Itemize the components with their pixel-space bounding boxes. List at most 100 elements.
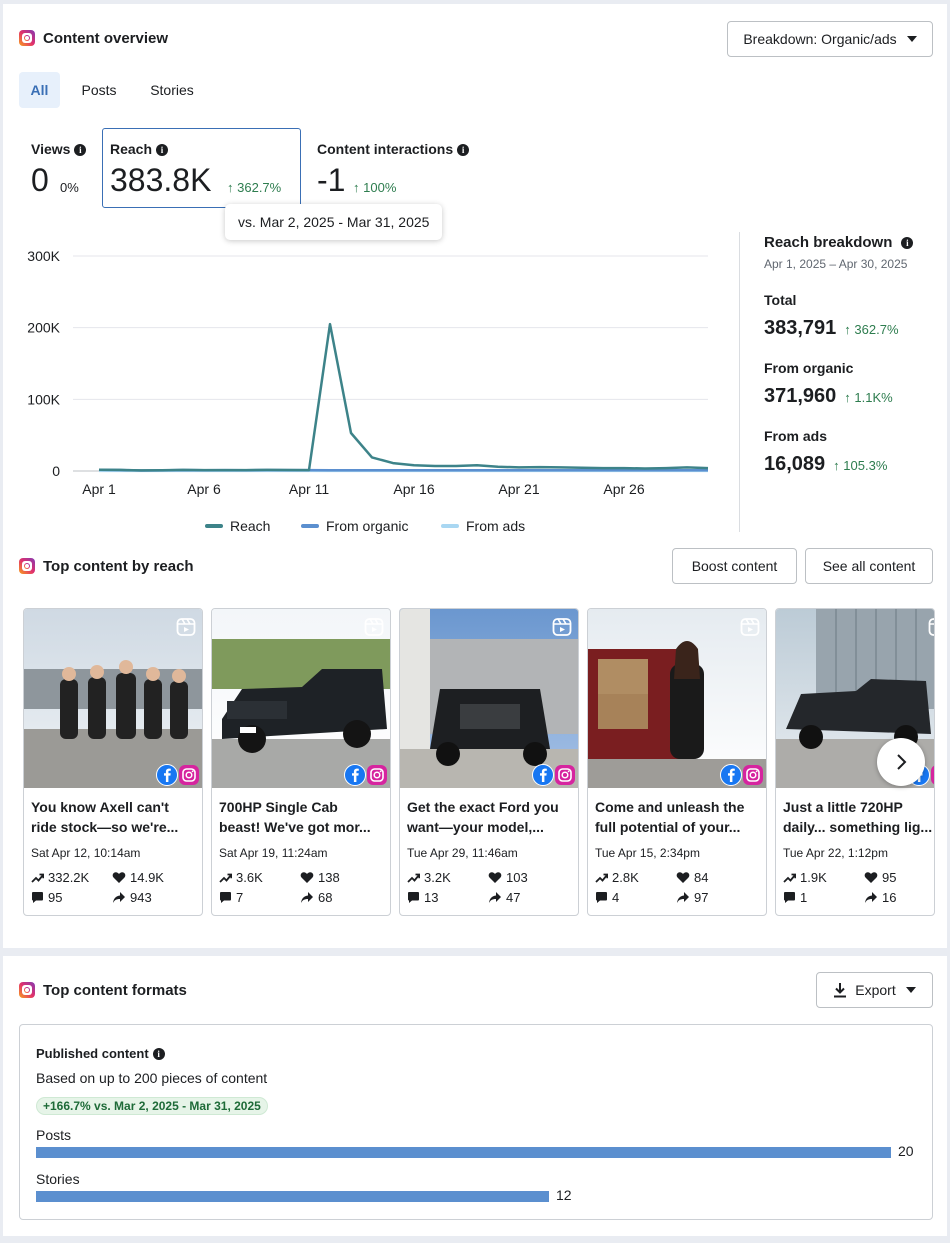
value-text: 16,089	[764, 453, 826, 475]
instagram-icon	[19, 558, 35, 574]
arrow-up-icon: ↑	[353, 180, 364, 195]
content-tile[interactable]: Come and unleash the full potential of yo…	[587, 608, 767, 916]
content-date: Sat Apr 19, 11:24am	[219, 846, 328, 860]
legend-label: From ads	[466, 518, 525, 534]
reach-line-chart[interactable]: 0 100K 200K 300K Apr 1 Apr 6 Apr 11 Apr 16 Apr 2…	[3, 232, 733, 540]
x-tick-label: Apr 6	[187, 481, 221, 497]
caption-line: 700HP Single Cab	[219, 799, 338, 815]
content-tile[interactable]: 700HP Single Cab beast! We've got mor... S…	[211, 608, 391, 916]
content-date: Tue Apr 29, 11:46am	[407, 846, 518, 860]
label-text: Reach	[110, 141, 153, 157]
format-bar-label: Stories	[36, 1171, 80, 1187]
caption-line: ride stock—so we're...	[31, 819, 179, 835]
content-thumbnail[interactable]	[212, 609, 390, 788]
reach-stat: 3.2K	[407, 870, 451, 885]
content-thumbnail[interactable]	[400, 609, 578, 788]
stat-value: 2.8K	[612, 870, 639, 885]
stat-value: 3.6K	[236, 870, 263, 885]
export-dropdown[interactable]: Export	[816, 972, 933, 1008]
x-tick-label: Apr 1	[82, 481, 116, 497]
reel-icon	[740, 618, 760, 636]
facebook-instagram-icon	[344, 764, 387, 786]
comment-icon	[32, 892, 43, 903]
caption-line: You know Axell can't	[31, 799, 169, 815]
stat-value: 7	[236, 890, 244, 905]
comment-icon	[784, 892, 795, 903]
comparison-pill: +166.7% vs. Mar 2, 2025 - Mar 31, 2025	[36, 1097, 268, 1115]
comment-icon	[596, 892, 607, 903]
heart-icon	[676, 872, 690, 883]
info-icon[interactable]: i	[901, 237, 914, 249]
stat-value: 16	[882, 890, 897, 905]
heart-icon	[864, 872, 878, 883]
reel-icon	[928, 618, 934, 636]
format-bar[interactable]	[36, 1147, 891, 1158]
content-caption: Get the exact Ford you want—your model,..…	[407, 797, 573, 837]
caret-down-icon	[906, 36, 917, 42]
content-date: Sat Apr 12, 10:14am	[31, 846, 141, 860]
info-icon[interactable]: i	[457, 144, 470, 156]
caption-line: daily... something lig...	[783, 819, 933, 835]
carousel-next-button[interactable]	[877, 738, 925, 786]
reach-breakdown-date: Apr 1, 2025 – Apr 30, 2025	[764, 257, 908, 271]
content-thumbnail[interactable]	[24, 609, 202, 788]
stat-value: 138	[318, 870, 340, 885]
change-text: 362.7%	[854, 322, 899, 337]
caption-line: full potential of your...	[595, 819, 741, 835]
content-caption: You know Axell can't ride stock—so we're.…	[31, 797, 197, 837]
shares-stat: 943	[112, 890, 152, 905]
content-tile[interactable]: You know Axell can't ride stock—so we're.…	[23, 608, 203, 916]
tab-posts[interactable]: Posts	[73, 72, 125, 108]
facebook-instagram-icon	[156, 764, 199, 786]
reach-stat: 2.8K	[595, 870, 639, 885]
tab-stories[interactable]: Stories	[141, 72, 203, 108]
content-tile[interactable]: Get the exact Ford you want—your model,..…	[399, 608, 579, 916]
change-text: 362.7%	[237, 180, 282, 195]
rb-total-value: 383,791 ↑ 362.7%	[764, 317, 899, 340]
y-tick-label: 300K	[27, 248, 60, 264]
change-text: 100%	[363, 180, 397, 195]
format-bar[interactable]	[36, 1191, 549, 1202]
likes-stat: 84	[676, 870, 708, 885]
tab-all[interactable]: All	[19, 72, 60, 108]
y-tick-label: 100K	[27, 391, 60, 407]
change-text: 105.3%	[843, 458, 888, 473]
trend-up-icon	[783, 873, 796, 883]
comments-stat: 13	[407, 890, 438, 905]
heart-icon	[112, 872, 126, 883]
y-tick-label: 200K	[27, 320, 60, 336]
comments-stat: 4	[595, 890, 619, 905]
caption-line: Come and unleash the	[595, 799, 745, 815]
stat-value: 943	[130, 890, 152, 905]
reach-stat: 332.2K	[31, 870, 89, 885]
breakdown-dropdown[interactable]: Breakdown: Organic/ads	[727, 21, 933, 57]
rb-total-label: Total	[764, 292, 797, 308]
metric-views-value: 0	[31, 162, 49, 198]
facebook-instagram-icon	[720, 764, 763, 786]
rb-organic-label: From organic	[764, 360, 854, 376]
content-thumbnail[interactable]	[588, 609, 766, 788]
stat-value: 84	[694, 870, 709, 885]
series-line-reach[interactable]	[98, 322, 709, 472]
value-text: 371,960	[764, 385, 837, 407]
info-icon[interactable]: i	[152, 1048, 165, 1060]
info-icon[interactable]: i	[156, 144, 169, 156]
likes-stat: 138	[300, 870, 340, 885]
boost-content-button[interactable]: Boost content	[672, 548, 797, 584]
published-content-title: Published content i	[36, 1046, 165, 1061]
caption-line: want—your model,...	[407, 819, 544, 835]
tab-label: Posts	[81, 82, 117, 98]
info-icon[interactable]: i	[74, 144, 87, 156]
arrow-up-icon: ↑	[227, 180, 238, 195]
stat-value: 13	[424, 890, 439, 905]
stat-value: 68	[318, 890, 333, 905]
stat-value: 95	[48, 890, 63, 905]
metric-reach[interactable]: Reach i 383.8K ↑ 362.7%	[102, 128, 301, 208]
shares-stat: 68	[300, 890, 332, 905]
see-all-content-button[interactable]: See all content	[805, 548, 933, 584]
x-tick-label: Apr 21	[498, 481, 539, 497]
reel-icon	[552, 618, 572, 636]
caption-line: beast! We've got mor...	[219, 819, 371, 835]
trend-up-icon	[219, 873, 232, 883]
top-content-formats-card: Top content formats Export Published con…	[3, 956, 947, 1236]
